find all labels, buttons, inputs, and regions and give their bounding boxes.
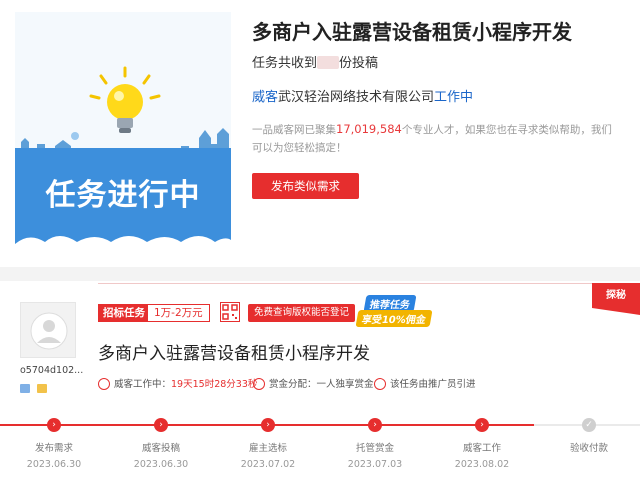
- top-border-line: [98, 283, 618, 284]
- step-date: 2023.07.03: [347, 459, 403, 470]
- promoter-text: 该任务由推广员引进: [390, 379, 476, 390]
- email-badge-icon: [37, 384, 48, 393]
- step-date: 2023.07.02: [240, 459, 296, 470]
- copyright-check-button[interactable]: 免费查询版权能否登记: [248, 304, 356, 322]
- step-pending-icon: ✓: [582, 418, 596, 432]
- promo-line-2: 享受10%佣金: [355, 310, 433, 327]
- step-label: 验收付款: [569, 443, 608, 454]
- step-date: 2023.06.30: [26, 459, 82, 470]
- bid-count-suffix: 份投稿: [339, 56, 379, 71]
- progress-step: › 发布需求 2023.06.30: [9, 418, 99, 470]
- progress-step: › 雇主选标 2023.07.02: [223, 418, 313, 470]
- lightbulb-icon: [89, 66, 161, 133]
- user-id[interactable]: o5704d102...: [20, 365, 83, 376]
- platform-description: 一品威客网已聚集17,019,584个专业人才，如果您也在寻求类似帮助，我们可以…: [252, 120, 622, 157]
- budget-tag: 1万-2万元: [147, 304, 210, 322]
- step-date: 2023.08.02: [454, 459, 510, 470]
- step-label: 雇主选标: [248, 443, 287, 454]
- user-badges: [20, 378, 49, 397]
- step-date: 2023.06.30: [133, 459, 189, 470]
- user-placeholder-icon: [30, 312, 68, 350]
- reward-distribution: 赏金分配：一人独享赏金: [253, 376, 374, 390]
- talent-count: 17,019,584: [336, 122, 402, 136]
- task-status-banner: 任务进行中: [15, 12, 231, 254]
- progress-step: › 威客投稿 2023.06.30: [116, 418, 206, 470]
- tender-task-tag: 招标任务: [98, 304, 150, 322]
- verified-badge-icon: [20, 384, 30, 393]
- desc-prefix: 一品威客网已聚集: [252, 124, 336, 136]
- step-label: 发布需求: [34, 443, 73, 454]
- progress-step: ✓ 验收付款: [544, 418, 634, 459]
- promoter-note: 该任务由推广员引进: [374, 376, 476, 390]
- bid-count-redacted: [317, 56, 340, 69]
- banner-status-text: 任务进行中: [45, 178, 201, 213]
- section-divider: [0, 267, 640, 281]
- promoter-icon: [374, 378, 386, 390]
- step-label: 威客投稿: [141, 443, 180, 454]
- step-done-icon: ›: [261, 418, 275, 432]
- coin-icon: [253, 378, 265, 390]
- clock-icon: [98, 378, 110, 390]
- company-name: 武汉轻治网络技术有限公司: [278, 90, 435, 105]
- task-detail-title: 多商户入驻露营设备租赁小程序开发: [98, 344, 370, 364]
- cloud-decoration: [15, 236, 231, 254]
- post-similar-button[interactable]: 发布类似需求: [252, 173, 359, 199]
- weike-link[interactable]: 威客: [252, 90, 278, 105]
- step-label: 托管赏金: [355, 443, 394, 454]
- avatar[interactable]: [20, 302, 76, 358]
- explore-ribbon[interactable]: 探秘: [592, 283, 640, 315]
- working-timer: 威客工作中：19天15时28分33秒: [98, 376, 257, 390]
- progress-step: › 托管赏金 2023.07.03: [330, 418, 420, 470]
- reward-text: 赏金分配：一人独享赏金: [269, 379, 374, 390]
- step-done-icon: ›: [154, 418, 168, 432]
- bid-count-prefix: 任务共收到: [252, 56, 318, 71]
- working-company: 威客武汉轻治网络技术有限公司工作中: [252, 86, 473, 105]
- task-title: 多商户入驻露营设备租赁小程序开发: [252, 20, 572, 44]
- working-status-link[interactable]: 工作中: [434, 90, 473, 105]
- recommend-task-badge[interactable]: 推荐任务 享受10%佣金: [353, 295, 441, 327]
- step-done-icon: ›: [47, 418, 61, 432]
- bid-count: 任务共收到 份投稿: [252, 52, 378, 71]
- step-done-icon: ›: [368, 418, 382, 432]
- qr-code-icon[interactable]: [220, 302, 240, 322]
- countdown-time: 19天15时28分33秒: [171, 379, 258, 390]
- step-label: 威客工作: [462, 443, 501, 454]
- step-done-icon: ›: [475, 418, 489, 432]
- status-label: 威客工作中：: [114, 379, 172, 390]
- progress-step: › 威客工作 2023.08.02: [437, 418, 527, 470]
